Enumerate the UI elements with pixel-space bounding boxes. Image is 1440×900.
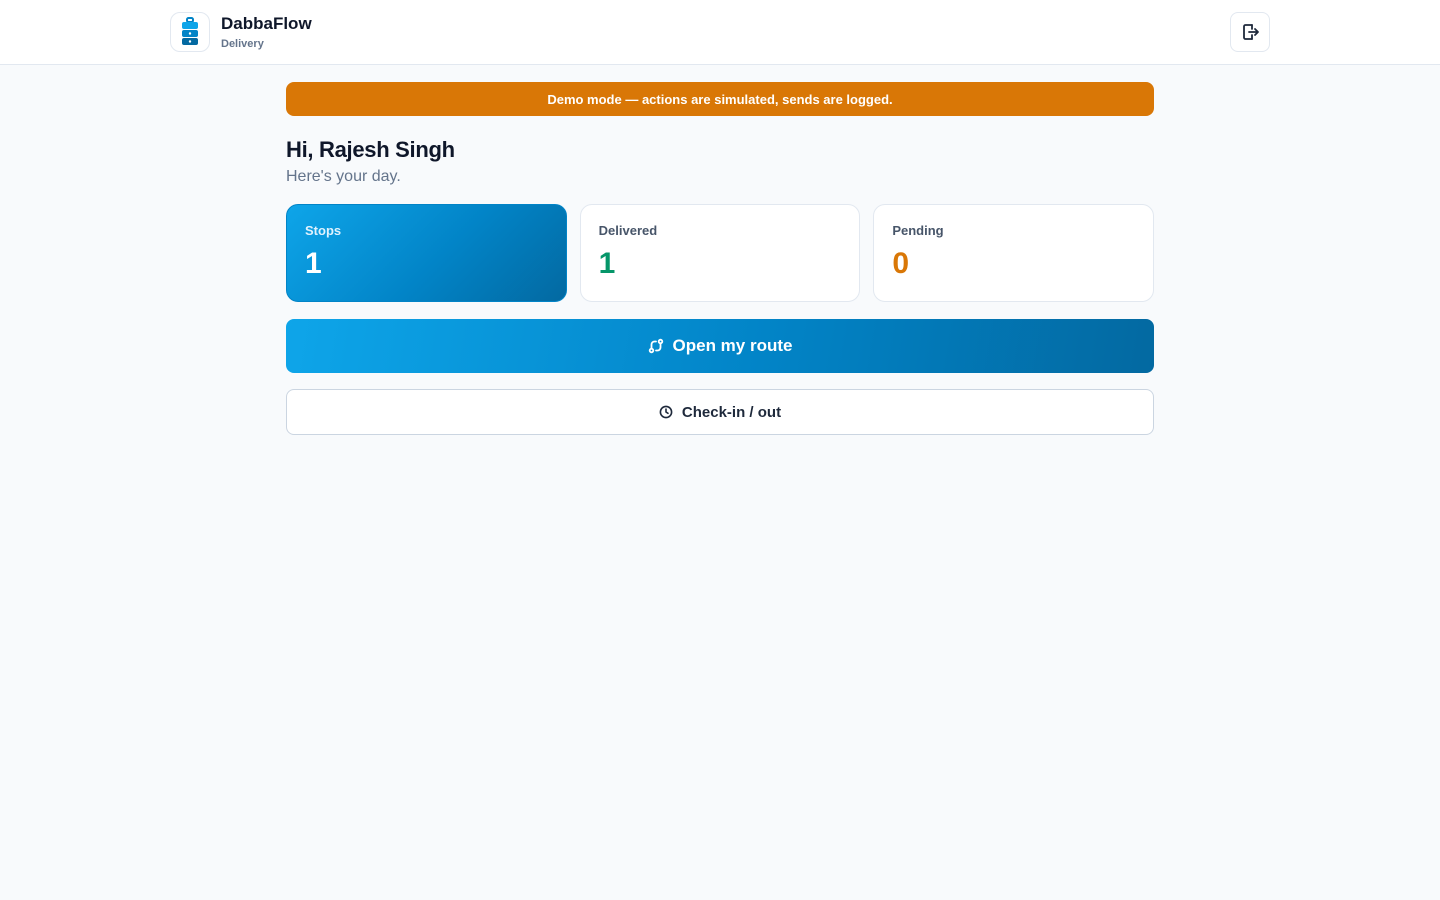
greeting-subtitle: Here's your day. [286, 168, 401, 185]
clock-icon [659, 405, 673, 419]
stat-label-stops: Stops [305, 223, 342, 238]
open-route-button[interactable]: Open my route [286, 319, 1154, 373]
app-subtitle: Delivery [221, 37, 264, 50]
stat-value-pending: 0 [892, 247, 910, 280]
stat-value-stops: 1 [305, 247, 322, 280]
route-icon [648, 338, 664, 354]
stat-label-delivered: Delivered [598, 223, 658, 238]
top-bar: DabbaFlow Delivery [0, 0, 1440, 65]
tiffin-box-icon [180, 17, 200, 47]
stat-card-stops: Stops 1 [286, 204, 567, 302]
stat-card-pending: Pending 0 [873, 204, 1155, 302]
check-in-out-button[interactable]: Check-in / out [286, 389, 1154, 435]
stat-value-delivered: 1 [598, 247, 616, 280]
open-route-label: Open my route [672, 336, 793, 355]
brand[interactable]: DabbaFlow Delivery [170, 12, 312, 52]
app-name: DabbaFlow [221, 13, 312, 33]
logout-button[interactable] [1230, 12, 1270, 52]
check-in-out-label: Check-in / out [681, 403, 782, 421]
greeting-title: Hi, Rajesh Singh [286, 137, 455, 162]
logout-icon [1240, 22, 1260, 42]
demo-mode-banner: Demo mode — actions are simulated, sends… [286, 82, 1154, 116]
stats-row: Stops 1 Delivered 1 Pending 0 [286, 204, 1155, 302]
main-content: Demo mode — actions are simulated, sends… [286, 82, 1155, 435]
demo-mode-text: Demo mode — actions are simulated, sends… [547, 91, 893, 107]
stat-label-pending: Pending [892, 223, 944, 238]
app-logo [170, 12, 210, 52]
stat-card-delivered: Delivered 1 [579, 204, 861, 302]
